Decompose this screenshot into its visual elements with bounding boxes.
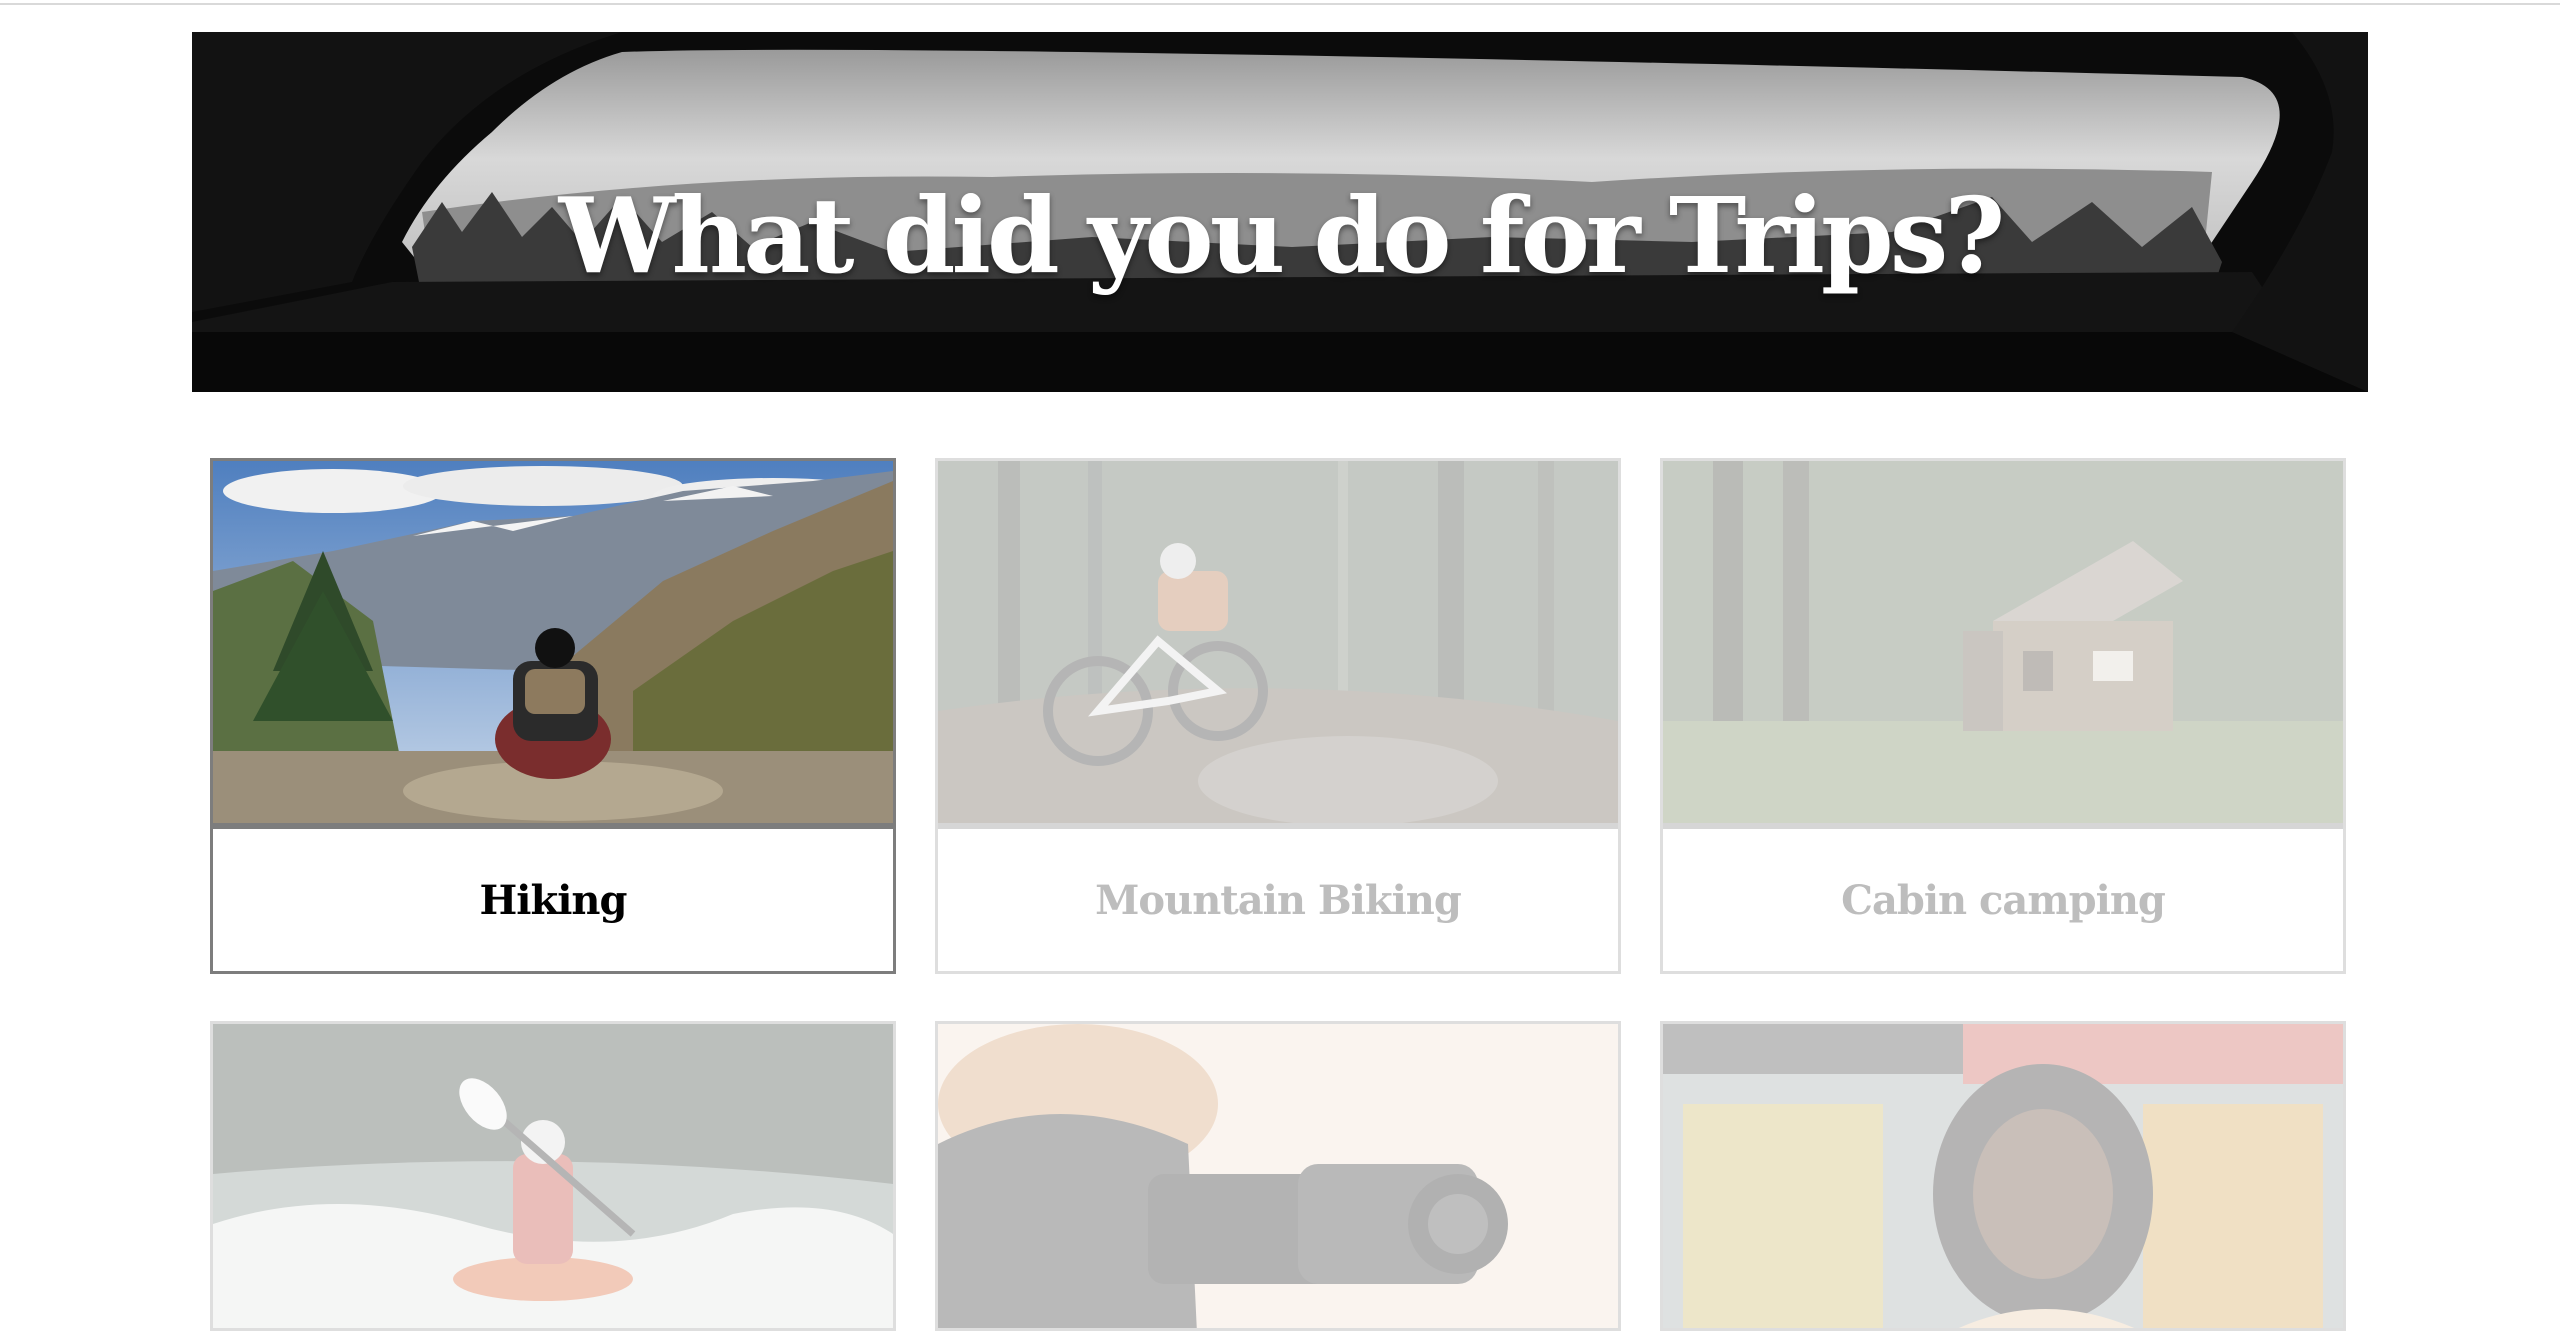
- activity-label-cabin-camping: Cabin camping: [1841, 876, 2166, 924]
- hero-banner: What did you do for Trips?: [192, 32, 2368, 392]
- page-title: What did you do for Trips?: [558, 174, 2006, 297]
- activity-label-mountain-biking: Mountain Biking: [1095, 876, 1462, 924]
- photographer-with-camera-image: [938, 1024, 1618, 1328]
- hiker-on-mountain-image: [213, 461, 893, 823]
- activity-card-hiking[interactable]: Hiking: [210, 458, 896, 974]
- top-border: [0, 0, 2560, 5]
- activity-card-shopping[interactable]: [1660, 1021, 2346, 1331]
- activity-card-mountain-biking[interactable]: Mountain Biking: [935, 458, 1621, 974]
- mountain-biker-in-forest-image: [938, 461, 1618, 823]
- kayaker-in-rapids-image: [213, 1024, 893, 1328]
- activity-card-kayaking[interactable]: [210, 1021, 896, 1331]
- activity-card-photography[interactable]: [935, 1021, 1621, 1331]
- log-cabin-in-woods-image: [1663, 461, 2343, 823]
- woman-laughing-in-shop-image: [1663, 1024, 2343, 1328]
- activity-card-cabin-camping[interactable]: Cabin camping: [1660, 458, 2346, 974]
- activity-label-hiking: Hiking: [479, 876, 628, 924]
